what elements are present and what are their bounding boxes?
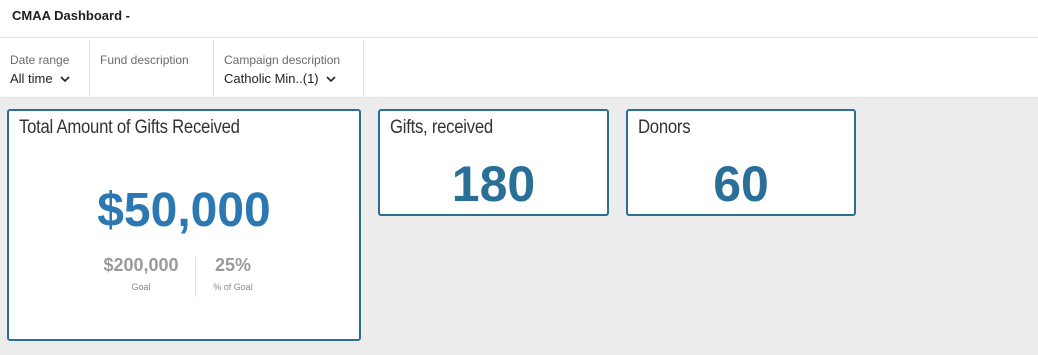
card-gifts-received[interactable]: Gifts, received 180: [378, 109, 609, 216]
filter-date-range[interactable]: Date range All time: [0, 40, 90, 96]
filter-value[interactable]: All time: [10, 71, 71, 86]
goal-caption: Goal: [131, 282, 151, 292]
filter-value[interactable]: Catholic Min..(1): [224, 71, 337, 86]
page-title: CMAA Dashboard -: [12, 8, 130, 23]
filter-label: Fund description: [100, 53, 189, 67]
chevron-down-icon: [60, 75, 70, 82]
card-donors[interactable]: Donors 60: [626, 109, 856, 216]
goal-metric: $200,000 Goal: [95, 255, 187, 292]
card-title: Gifts, received: [390, 117, 493, 138]
filter-fund-description[interactable]: Fund description: [90, 40, 214, 96]
filter-value-text: Catholic Min..(1): [224, 71, 319, 86]
filter-campaign-description[interactable]: Campaign description Catholic Min..(1): [214, 40, 364, 96]
card-title: Donors: [638, 117, 691, 138]
dashboard-canvas: Total Amount of Gifts Received $50,000 $…: [0, 98, 1038, 355]
percent-caption: % of Goal: [213, 282, 253, 292]
metric-divider: [195, 257, 196, 297]
filter-label: Date range: [10, 53, 70, 67]
card-title: Total Amount of Gifts Received: [19, 117, 240, 138]
card-total-gifts[interactable]: Total Amount of Gifts Received $50,000 $…: [7, 109, 361, 341]
percent-value: 25%: [214, 255, 252, 275]
filter-label: Campaign description: [224, 53, 341, 67]
kpi-value: $50,000: [97, 184, 271, 237]
kpi-value: 60: [713, 156, 769, 212]
goal-value: $200,000: [103, 255, 179, 275]
percent-of-goal-metric: 25% % of Goal: [201, 255, 265, 292]
kpi-value: 180: [451, 156, 536, 212]
dashboard-header: CMAA Dashboard -: [0, 0, 1038, 38]
filter-value-text: All time: [10, 71, 53, 86]
filter-bar: Date range All time Fund description Cam…: [0, 38, 1038, 98]
chevron-down-icon: [326, 75, 336, 82]
